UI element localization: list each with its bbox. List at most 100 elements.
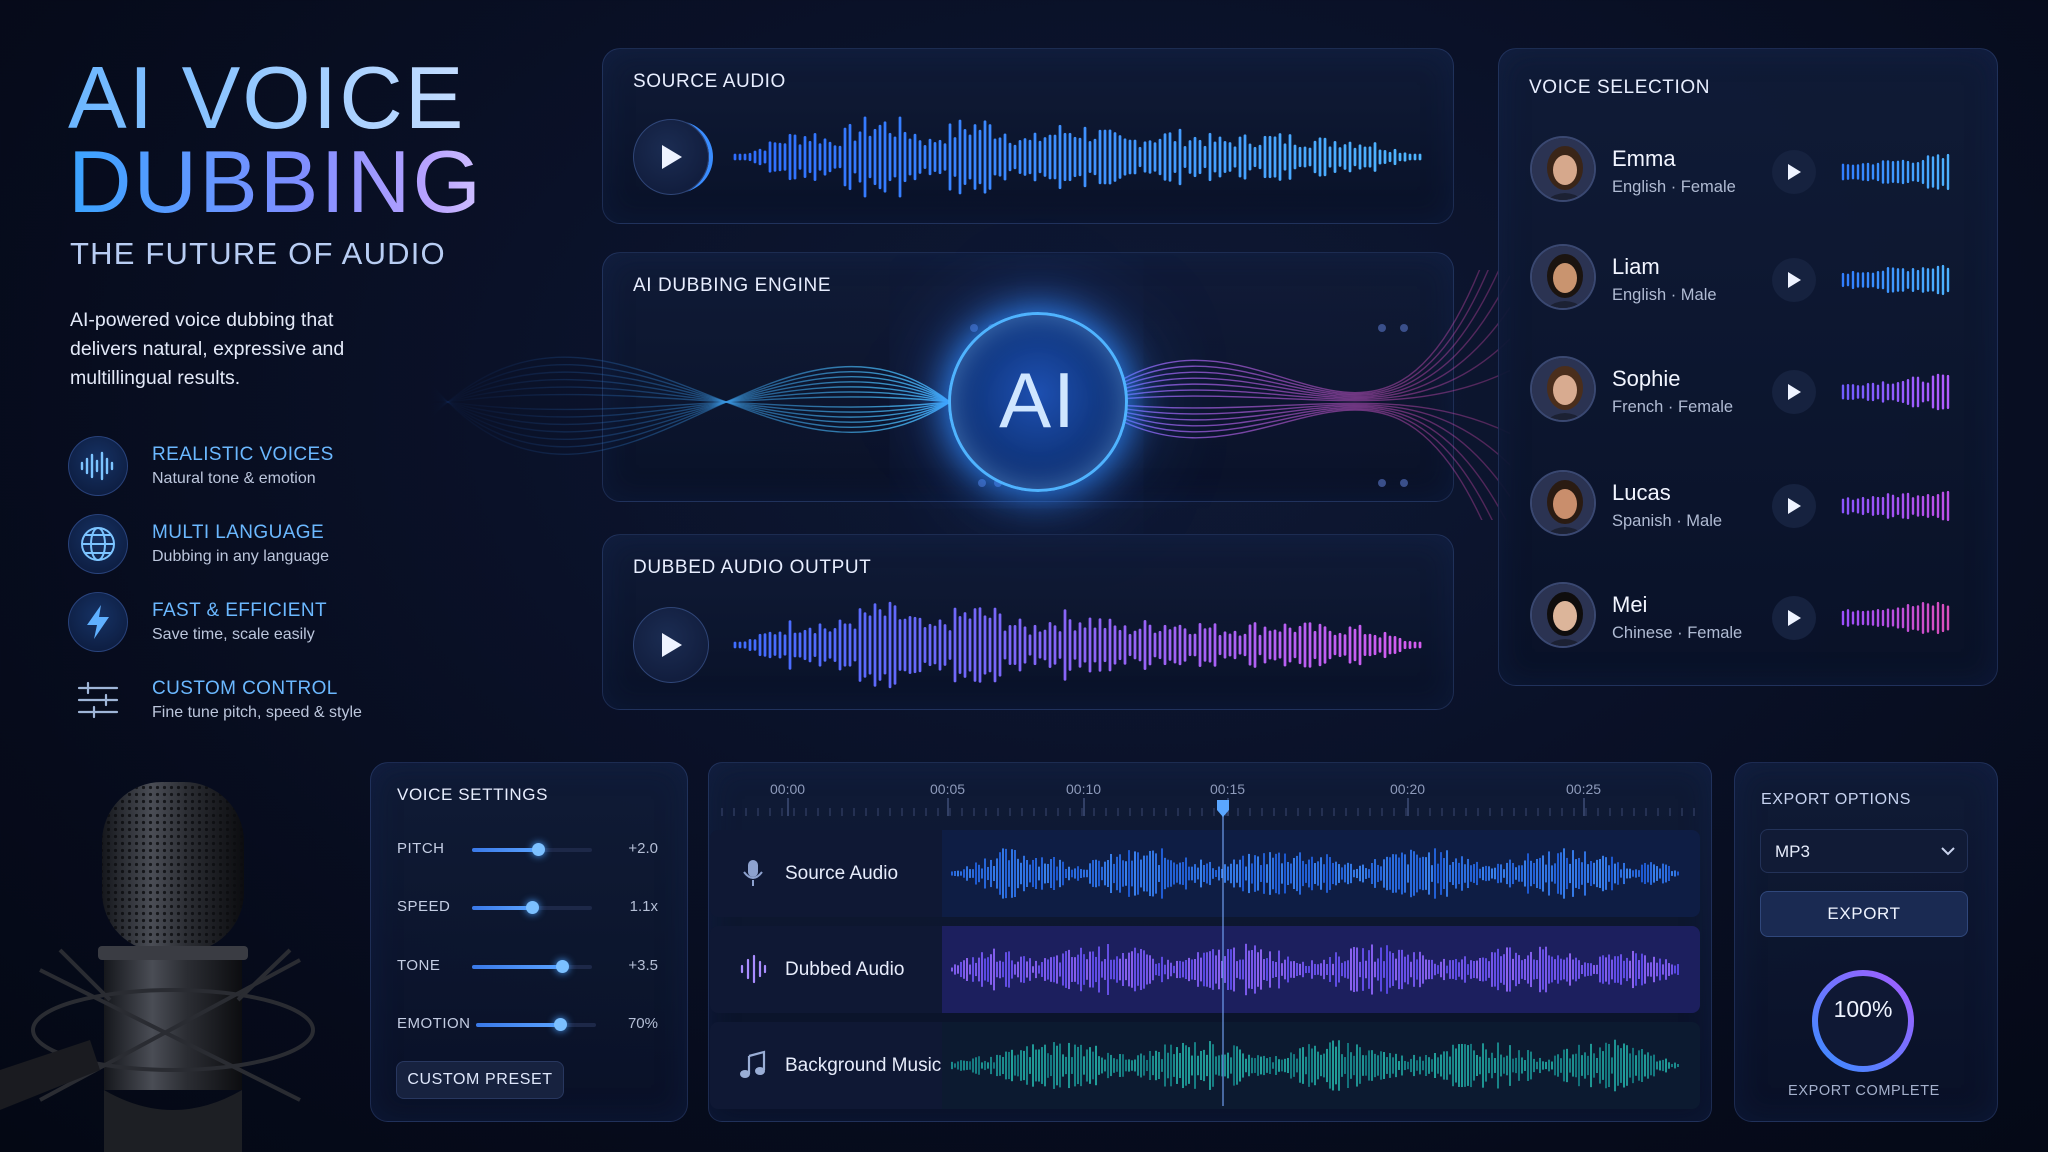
track-header[interactable]: Dubbed Audio [710, 926, 942, 1013]
hero-title: AI VOICE DUBBING [68, 54, 588, 226]
slider-pitch[interactable] [472, 843, 592, 856]
chevron-down-icon [1941, 847, 1955, 856]
sliders-icon [68, 670, 128, 730]
format-select-value: MP3 [1775, 842, 1810, 861]
voice-name: Lucas [1612, 480, 1671, 505]
track-dubbed-audio[interactable]: Dubbed Audio [710, 926, 1700, 1013]
microphone-icon [738, 858, 768, 888]
voice-name: Sophie [1612, 366, 1681, 391]
signal-dot [1378, 479, 1386, 487]
slider-fill [476, 1023, 560, 1027]
track-waveform-area[interactable] [942, 830, 1700, 917]
panel-title: DUBBED AUDIO OUTPUT [633, 557, 872, 578]
voice-waveform [1841, 153, 1950, 191]
voice-name: Mei [1612, 592, 1648, 617]
avatar [1530, 356, 1596, 422]
signal-dot [1378, 324, 1386, 332]
slider-knob[interactable] [554, 1018, 567, 1031]
slider-label: EMOTION [397, 1015, 471, 1032]
hero-title-line2: DUBBING [68, 138, 588, 226]
voice-meta: English · Female [1612, 178, 1736, 196]
slider-value: 1.1x [629, 898, 658, 915]
feature-title: REALISTIC VOICES [152, 444, 334, 465]
feature-desc: Natural tone & emotion [152, 470, 316, 487]
custom-preset-button[interactable]: CUSTOM PRESET [396, 1061, 564, 1099]
timeline-tick-label: 00:15 [1210, 781, 1246, 797]
voice-play-button[interactable] [1772, 370, 1816, 414]
slider-emotion[interactable] [476, 1018, 596, 1031]
voice-item-mei[interactable]: Mei Chinese · Female [1530, 582, 1970, 652]
panel-title: SOURCE AUDIO [633, 71, 786, 92]
lightning-icon [68, 592, 128, 652]
voice-play-button[interactable] [1772, 596, 1816, 640]
feature-custom-control: CUSTOM CONTROL Fine tune pitch, speed & … [68, 670, 398, 734]
slider-knob[interactable] [526, 901, 539, 914]
signal-dot [970, 324, 978, 332]
track-background-music[interactable]: Background Music [710, 1022, 1700, 1109]
slider-knob[interactable] [532, 843, 545, 856]
track-header[interactable]: Source Audio [710, 830, 942, 917]
feature-fast-efficient: FAST & EFFICIENT Save time, scale easily [68, 592, 398, 656]
export-status: EXPORT COMPLETE [1788, 1083, 1940, 1099]
voice-meta: Chinese · Female [1612, 624, 1743, 642]
voice-play-button[interactable] [1772, 484, 1816, 528]
timeline-tick-label: 00:00 [770, 781, 806, 797]
play-icon [1788, 498, 1801, 514]
slider-tone[interactable] [472, 960, 592, 973]
signal-dot [978, 479, 986, 487]
slider-label: SPEED [397, 898, 451, 915]
source-waveform [733, 116, 1422, 198]
track-name: Source Audio [785, 863, 899, 884]
track-source-audio[interactable]: Source Audio [710, 830, 1700, 917]
voice-waveform [1841, 601, 1950, 635]
signal-dot [1400, 479, 1408, 487]
voice-play-button[interactable] [1772, 258, 1816, 302]
feature-desc: Fine tune pitch, speed & style [152, 704, 362, 721]
track-name: Dubbed Audio [785, 959, 905, 980]
voice-item-sophie[interactable]: Sophie French · Female [1530, 356, 1970, 426]
slider-knob[interactable] [556, 960, 569, 973]
panel-title: VOICE SELECTION [1529, 77, 1711, 98]
track-waveform-area[interactable] [942, 926, 1700, 1013]
voice-item-lucas[interactable]: Lucas Spanish · Male [1530, 470, 1970, 540]
slider-speed[interactable] [472, 901, 592, 914]
signal-line [430, 396, 951, 411]
voice-play-button[interactable] [1772, 150, 1816, 194]
voice-item-liam[interactable]: Liam English · Male [1530, 244, 1970, 314]
track-header[interactable]: Background Music [710, 1022, 942, 1109]
voice-meta: Spanish · Male [1612, 512, 1723, 530]
hero-title-line1: AI VOICE [68, 54, 588, 142]
waveform-icon [738, 954, 768, 984]
play-icon [1788, 384, 1801, 400]
dubbed-waveform [733, 601, 1422, 689]
export-button[interactable]: EXPORT [1760, 891, 1968, 937]
voice-meta: English · Male [1612, 286, 1717, 304]
slider-fill [472, 965, 562, 969]
timeline-tick-label: 00:05 [930, 781, 966, 797]
play-icon [1788, 272, 1801, 288]
format-select[interactable]: MP3 [1760, 829, 1968, 873]
voice-name: Liam [1612, 254, 1660, 279]
playhead-handle[interactable] [1216, 800, 1230, 818]
ai-core-label: AI [999, 356, 1077, 444]
track-waveform-area[interactable] [942, 1022, 1700, 1109]
track-waveform [951, 943, 1679, 996]
avatar [1530, 136, 1596, 202]
voice-waveform [1841, 264, 1950, 296]
voice-item-emma[interactable]: Emma English · Female [1530, 136, 1970, 206]
playhead-line[interactable] [1222, 800, 1224, 1106]
hero-subtitle: THE FUTURE OF AUDIO [70, 236, 446, 271]
play-icon [1788, 610, 1801, 626]
dubbed-output-panel: DUBBED AUDIO OUTPUT [602, 534, 1454, 710]
source-play-button[interactable] [633, 119, 709, 195]
feature-desc: Dubbing in any language [152, 548, 330, 565]
dubbed-play-button[interactable] [633, 607, 709, 683]
slider-value: +2.0 [628, 840, 658, 857]
slider-label: PITCH [397, 840, 445, 857]
slider-fill [472, 906, 532, 910]
slider-value: +3.5 [628, 957, 658, 974]
signal-dot [1400, 324, 1408, 332]
voice-name: Emma [1612, 146, 1676, 171]
timeline-tick-label: 00:20 [1390, 781, 1426, 797]
timeline-tick-label: 00:25 [1566, 781, 1602, 797]
